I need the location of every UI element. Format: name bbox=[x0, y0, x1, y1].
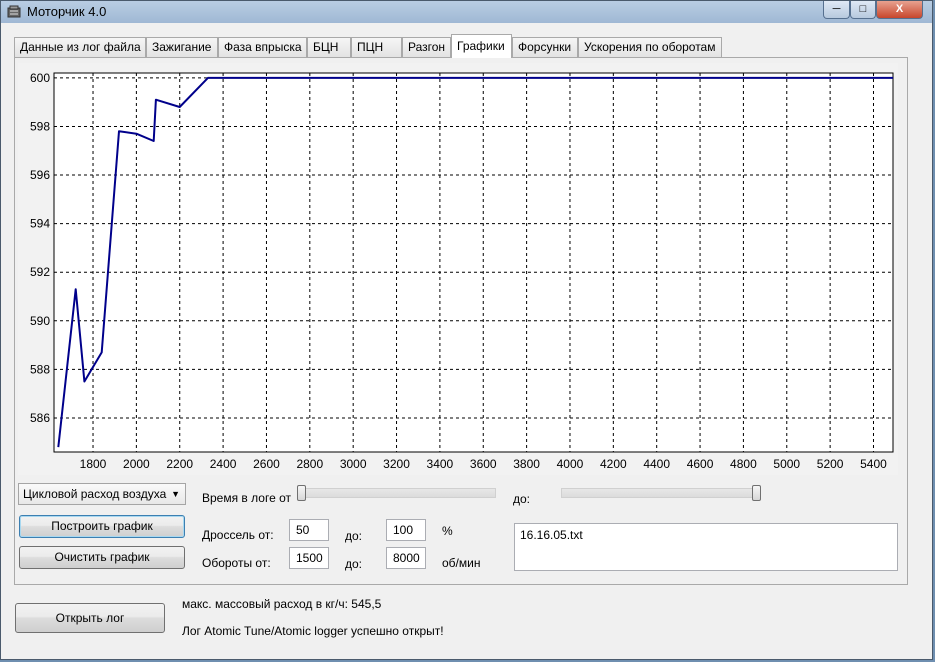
x-tick-label: 4800 bbox=[730, 457, 757, 471]
x-tick-label: 3400 bbox=[427, 457, 454, 471]
rpm-label: Обороты от: bbox=[202, 556, 271, 570]
chevron-down-icon: ▼ bbox=[171, 489, 180, 499]
log-file-item[interactable]: 16.16.05.txt bbox=[520, 528, 583, 542]
y-tick-label: 586 bbox=[30, 411, 50, 425]
app-window: Моторчик 4.0 ─ □ X Данные из лог файла З… bbox=[0, 0, 933, 660]
x-tick-label: 2800 bbox=[296, 457, 323, 471]
rpm-unit: об/мин bbox=[442, 556, 481, 570]
x-tick-label: 5000 bbox=[773, 457, 800, 471]
time-from-label: Время в логе от bbox=[202, 491, 291, 505]
throttle-to-input[interactable]: 100 bbox=[386, 519, 426, 541]
y-tick-label: 600 bbox=[30, 71, 50, 85]
build-graph-button[interactable]: Построить график bbox=[19, 515, 185, 538]
x-tick-label: 2000 bbox=[123, 457, 150, 471]
x-tick-label: 2400 bbox=[210, 457, 237, 471]
x-tick-label: 5400 bbox=[860, 457, 887, 471]
max-flow-text: макс. массовый расход в кг/ч: 545,5 bbox=[182, 597, 382, 611]
x-tick-label: 4200 bbox=[600, 457, 627, 471]
x-tick-label: 3200 bbox=[383, 457, 410, 471]
y-tick-label: 590 bbox=[30, 314, 50, 328]
parameter-select-value: Цикловой расход воздуха bbox=[23, 487, 167, 501]
rpm-to-input[interactable]: 8000 bbox=[386, 547, 426, 569]
rpm-from-input[interactable]: 1500 bbox=[289, 547, 329, 569]
y-tick-label: 594 bbox=[30, 217, 50, 231]
x-tick-label: 4400 bbox=[643, 457, 670, 471]
tab-graphs[interactable]: Графики bbox=[451, 34, 512, 58]
x-tick-label: 2200 bbox=[166, 457, 193, 471]
y-tick-label: 596 bbox=[30, 168, 50, 182]
y-tick-label: 598 bbox=[30, 119, 50, 133]
status-text: Лог Atomic Tune/Atomic logger успешно от… bbox=[182, 624, 444, 638]
x-tick-label: 3600 bbox=[470, 457, 497, 471]
x-tick-label: 3000 bbox=[340, 457, 367, 471]
x-tick-label: 1800 bbox=[80, 457, 107, 471]
y-tick-label: 588 bbox=[30, 362, 50, 376]
x-tick-label: 5200 bbox=[817, 457, 844, 471]
time-from-slider-thumb[interactable] bbox=[297, 485, 306, 501]
y-tick-label: 592 bbox=[30, 265, 50, 279]
rpm-to-label: до: bbox=[345, 557, 363, 571]
time-from-slider-track[interactable] bbox=[297, 488, 496, 498]
clear-graph-button[interactable]: Очистить график bbox=[19, 546, 185, 569]
x-tick-label: 4600 bbox=[687, 457, 714, 471]
x-tick-label: 4000 bbox=[557, 457, 584, 471]
throttle-from-input[interactable]: 50 bbox=[289, 519, 329, 541]
x-tick-label: 3800 bbox=[513, 457, 540, 471]
x-tick-label: 2600 bbox=[253, 457, 280, 471]
throttle-unit: % bbox=[442, 524, 453, 538]
time-to-slider-thumb[interactable] bbox=[752, 485, 761, 501]
open-log-button[interactable]: Открыть лог bbox=[15, 603, 165, 633]
time-to-slider-track[interactable] bbox=[561, 488, 761, 498]
log-file-list[interactable]: 16.16.05.txt bbox=[514, 523, 898, 571]
throttle-label: Дроссель от: bbox=[202, 528, 274, 542]
time-to-label: до: bbox=[513, 492, 531, 506]
throttle-to-label: до: bbox=[345, 529, 363, 543]
line-chart: 1800 2000 2200 2400 2600 2800 3000 3200 3400 3600… bbox=[30, 71, 894, 471]
parameter-select[interactable]: Цикловой расход воздуха ▼ bbox=[18, 483, 186, 505]
